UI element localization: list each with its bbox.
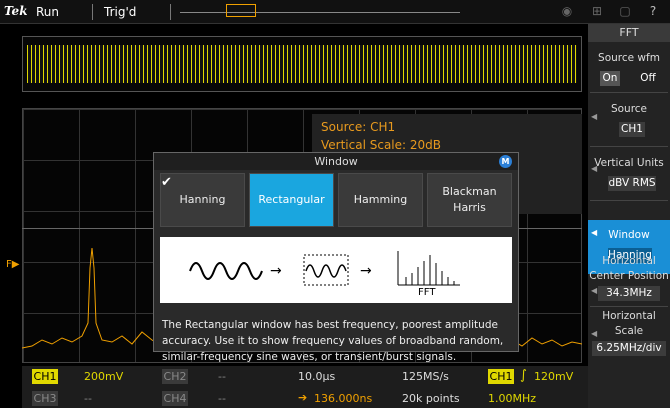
- network-icon: ⊞: [591, 4, 603, 18]
- delay-value[interactable]: 136.000ns: [314, 392, 372, 405]
- ch4-scale: --: [218, 392, 226, 405]
- ch2-badge[interactable]: CH2: [162, 369, 188, 384]
- help-icon[interactable]: ?: [646, 4, 660, 18]
- dialog-title: Window: [154, 153, 518, 170]
- window-option-blackman-harris[interactable]: Blackman Harris: [427, 173, 512, 227]
- trigger-state: Trig'd: [104, 5, 137, 19]
- option-label: Rectangular: [258, 193, 325, 206]
- hscale-value[interactable]: 6.25MHz/div: [592, 341, 666, 356]
- option-label: Hamming: [353, 193, 408, 206]
- hcenter-value[interactable]: 34.3MHz: [598, 286, 660, 301]
- delay-arrow-icon: ➔: [298, 391, 308, 404]
- menu-divider: [590, 200, 668, 201]
- vertical-units-label: Vertical Units: [594, 157, 664, 169]
- trigger-source-badge[interactable]: CH1: [488, 369, 514, 384]
- brand-logo: Tek: [4, 4, 28, 18]
- ch1-scale[interactable]: 200mV: [84, 370, 123, 383]
- ch2-scale: --: [218, 370, 226, 383]
- ch1-badge[interactable]: CH1: [32, 369, 58, 384]
- status-bar: Tek Run Trig'd ◉ ⊞ ▢ ?: [0, 0, 670, 24]
- checkmark-icon: ✔: [161, 175, 172, 190]
- svg-text:→: →: [270, 263, 282, 279]
- trigger-frequency: 1.00MHz: [488, 392, 537, 405]
- info-source: Source: CH1: [321, 120, 396, 134]
- timebase[interactable]: 10.0µs: [298, 370, 335, 383]
- hcenter-label-2: Center Position: [589, 270, 669, 282]
- ch3-badge[interactable]: CH3: [32, 391, 58, 406]
- window-option-hamming[interactable]: Hamming: [338, 173, 423, 227]
- window-option-rectangular[interactable]: Rectangular: [249, 173, 334, 227]
- menu-divider: [590, 146, 668, 147]
- info-vertical-scale: Vertical Scale: 20dB: [321, 138, 441, 152]
- wifi-icon: ◉: [561, 4, 573, 18]
- source-value[interactable]: CH1: [619, 122, 645, 137]
- record-length: 20k points: [402, 392, 460, 405]
- m-badge-icon[interactable]: M: [499, 155, 512, 168]
- window-label: Window: [608, 229, 650, 241]
- fft-label: FFT: [418, 287, 436, 298]
- run-state[interactable]: Run: [36, 5, 59, 19]
- window-option-hanning[interactable]: Hanning: [160, 173, 245, 227]
- menu-divider: [590, 92, 668, 93]
- ch3-scale: --: [84, 392, 92, 405]
- ch4-badge[interactable]: CH4: [162, 391, 188, 406]
- left-arrow-icon: ◀: [591, 286, 598, 295]
- hscale-label-2: Scale: [614, 325, 644, 337]
- window-diagram-graphic: → →: [189, 251, 460, 286]
- ch1-overview-trace: [27, 45, 577, 83]
- source-wfm-off-toggle[interactable]: Off: [636, 71, 660, 86]
- hscale-label-1: Horizontal: [602, 310, 656, 322]
- window-dialog: Window M Hanning ✔ Rectangular Hamming B…: [153, 152, 519, 363]
- divider: [92, 4, 93, 20]
- vertical-units-value[interactable]: dBV RMS: [608, 176, 656, 191]
- record-timeline: [180, 12, 460, 13]
- menu-title: FFT: [588, 24, 670, 42]
- option-label: Hanning: [179, 193, 226, 206]
- source-label: Source: [610, 103, 648, 115]
- hcenter-label-1: Horizontal: [602, 255, 656, 267]
- window-description: The Rectangular window has best frequenc…: [162, 319, 504, 363]
- settings-bar: CH1 200mV CH2 -- CH3 -- CH4 -- 10.0µs 12…: [22, 366, 588, 408]
- option-label: Blackman Harris: [442, 185, 497, 214]
- fft-side-menu: FFT Source wfm On Off ◀ Source CH1 ◀ Ver…: [588, 24, 670, 408]
- menu-divider: [590, 306, 668, 307]
- source-wfm-on-toggle[interactable]: On: [600, 71, 620, 86]
- waveform-overview[interactable]: [22, 36, 582, 92]
- trigger-level[interactable]: 120mV: [534, 370, 573, 383]
- fft-ground-marker-icon[interactable]: F▶: [6, 259, 19, 270]
- sample-rate: 125MS/s: [402, 370, 449, 383]
- divider: [170, 4, 171, 20]
- rising-edge-icon: ∫: [520, 368, 527, 383]
- svg-text:→: →: [360, 263, 372, 279]
- window-diagram: → → FFT: [160, 237, 512, 303]
- record-view-window[interactable]: [226, 4, 256, 17]
- usb-icon: ▢: [619, 4, 631, 18]
- source-wfm-label: Source wfm: [598, 52, 660, 64]
